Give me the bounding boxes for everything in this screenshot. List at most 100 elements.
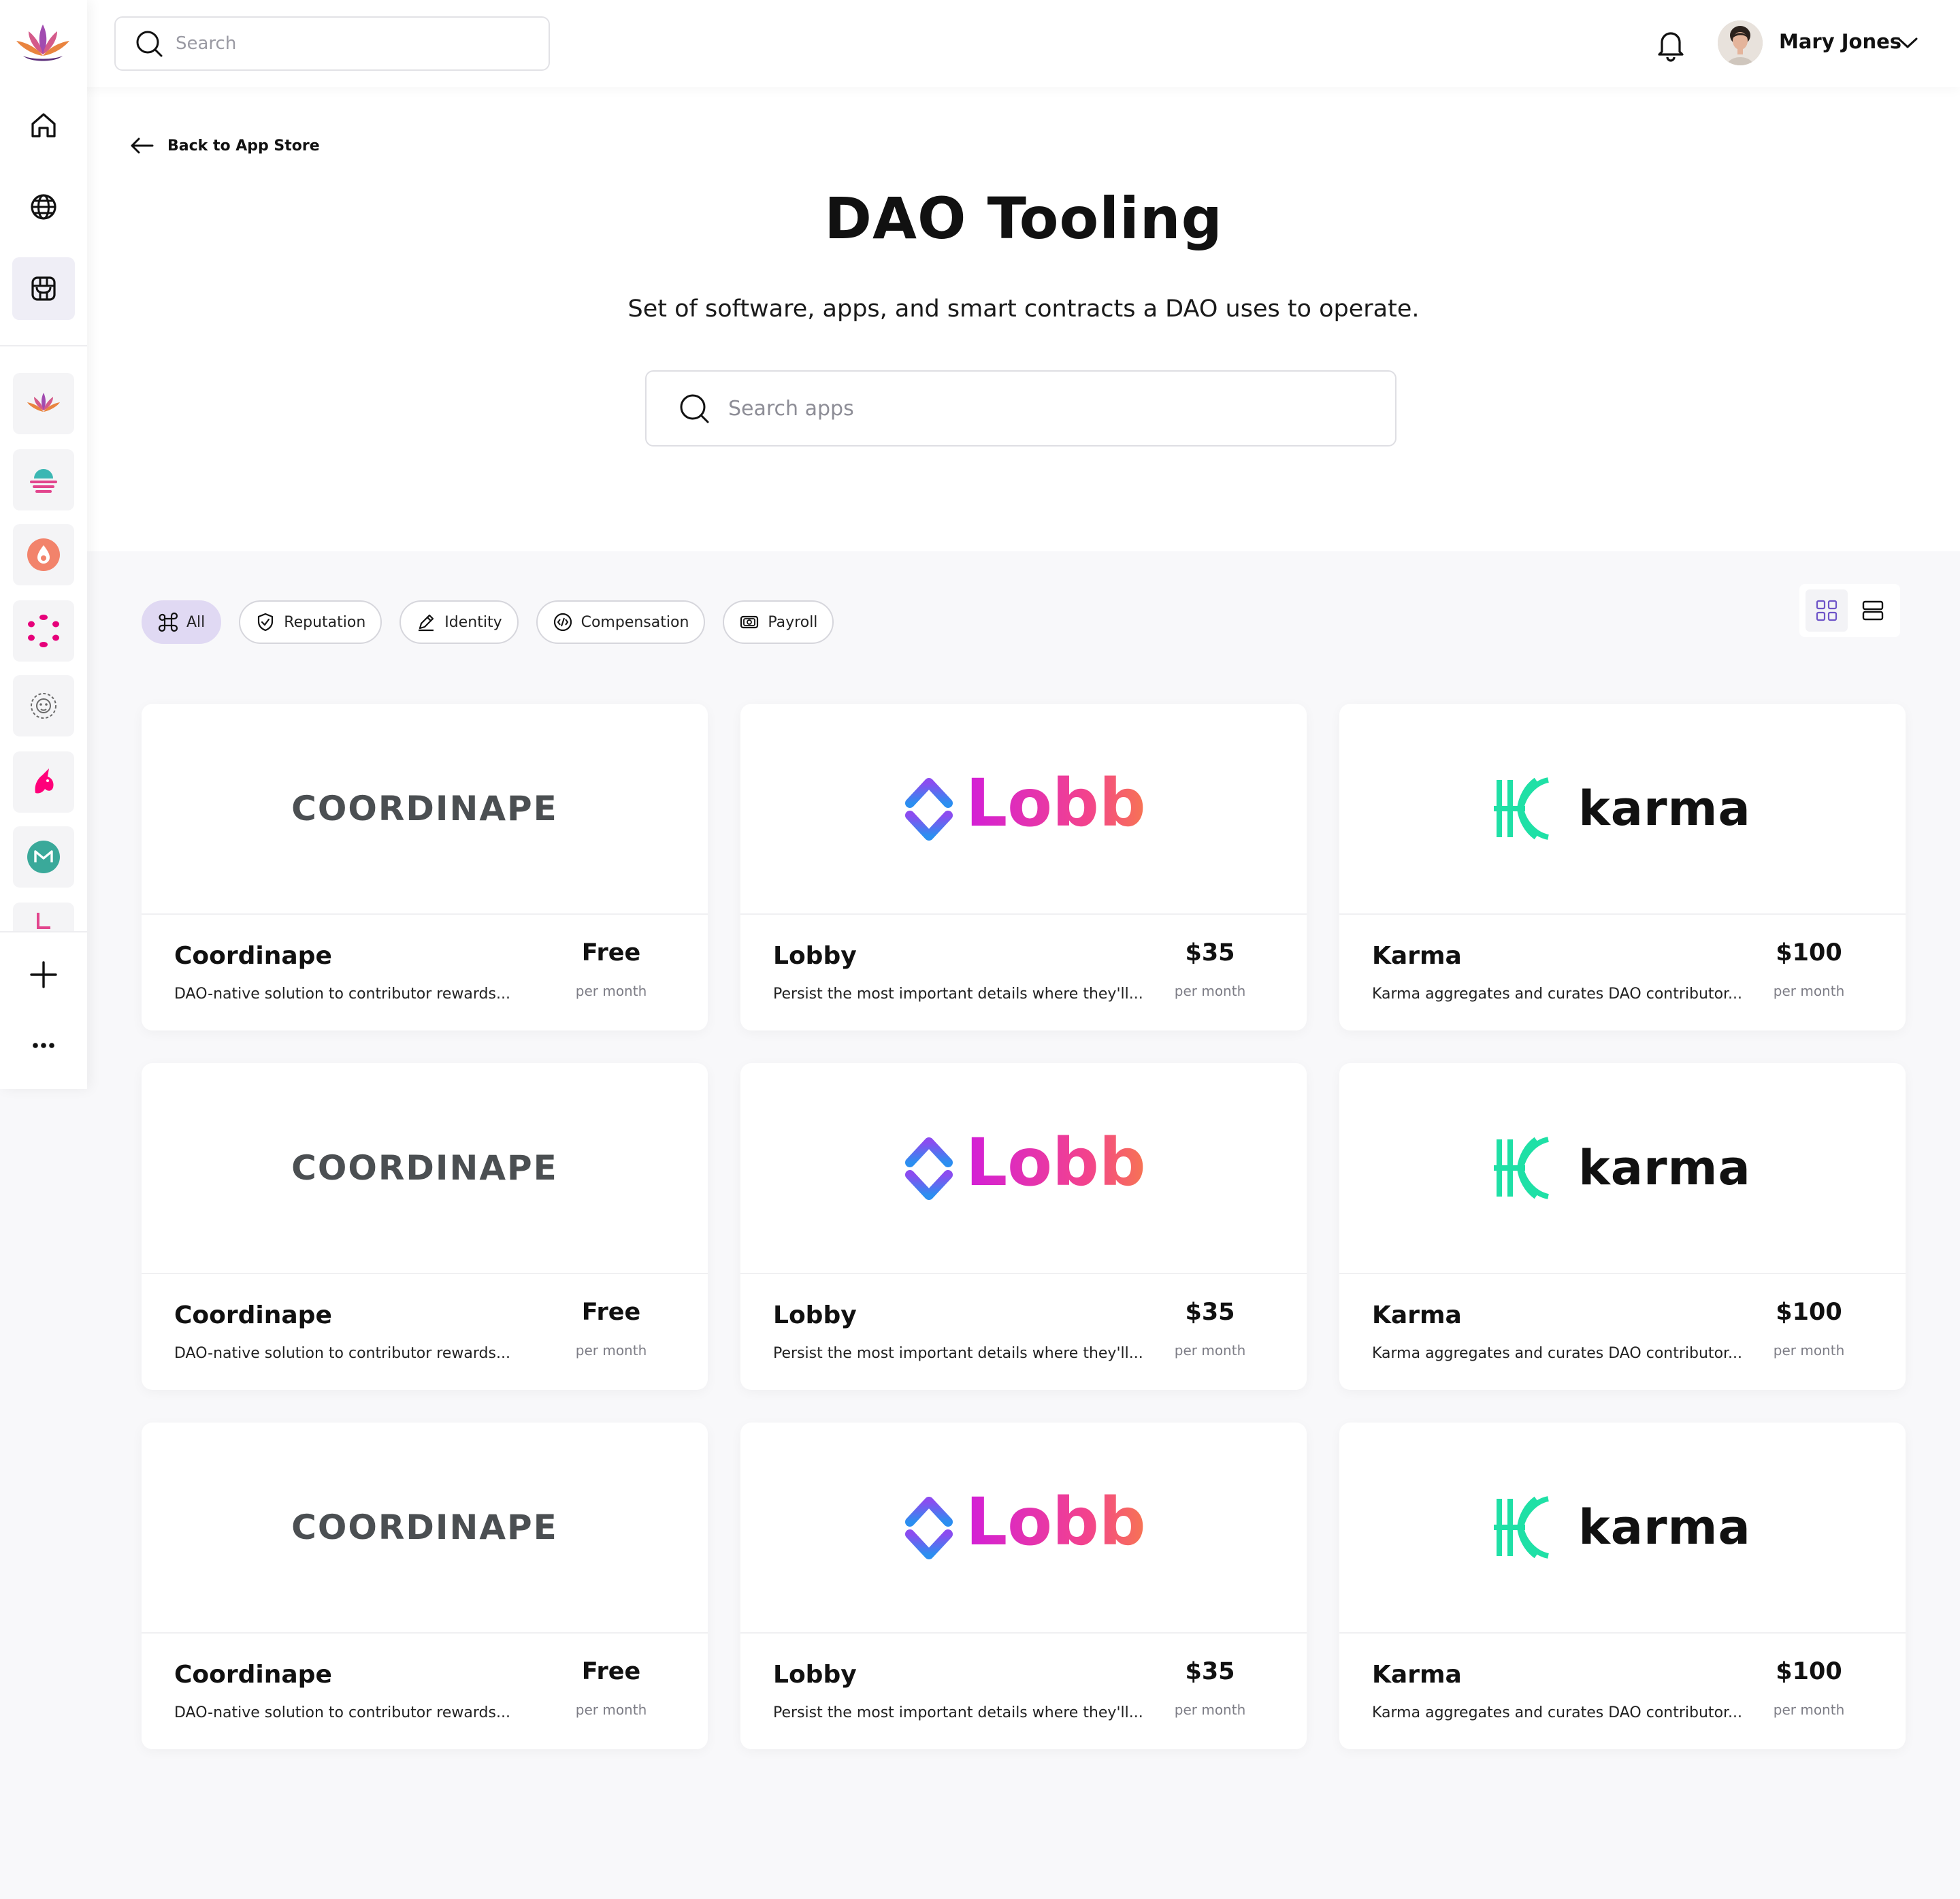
coin-icon bbox=[553, 613, 572, 632]
app-price-period: per month bbox=[1174, 983, 1246, 999]
app-name: Lobby bbox=[773, 942, 857, 970]
grid-icon bbox=[1816, 600, 1838, 621]
app-name: Lobby bbox=[773, 1661, 857, 1689]
list-view-button[interactable] bbox=[1852, 589, 1894, 632]
home-icon bbox=[31, 113, 56, 137]
sidebar-divider bbox=[0, 931, 87, 932]
app-card-karma[interactable]: karma Karma Karma aggregates and curates… bbox=[1339, 704, 1906, 1030]
back-to-app-store-link[interactable]: Back to App Store bbox=[129, 136, 320, 155]
lion-app-icon bbox=[31, 693, 56, 719]
avatar[interactable] bbox=[1718, 20, 1763, 65]
app-name: Karma bbox=[1372, 1301, 1462, 1329]
unicorn-app-icon bbox=[35, 768, 54, 794]
drop-app-icon bbox=[27, 538, 60, 571]
coordinape-wordmark: COORDINAPE bbox=[291, 789, 558, 828]
app-price: $35 bbox=[1185, 939, 1235, 967]
app-search-input[interactable] bbox=[728, 396, 1341, 421]
sidebar-app-unicorn[interactable] bbox=[13, 751, 74, 813]
more-icon bbox=[33, 1043, 54, 1048]
app-card-lobby[interactable]: Lobby Lobby Persist the most important d… bbox=[740, 1063, 1307, 1390]
karma-logo: karma bbox=[1339, 1423, 1906, 1634]
command-icon bbox=[158, 612, 178, 632]
lobby-wordmark: Lobby bbox=[966, 1490, 1144, 1560]
app-description: Karma aggregates and curates DAO contrib… bbox=[1372, 1704, 1743, 1721]
more-button[interactable] bbox=[16, 1018, 71, 1073]
app-description: Persist the most important details where… bbox=[773, 1345, 1143, 1362]
sidebar-app-lion[interactable] bbox=[13, 675, 74, 736]
app-price: Free bbox=[581, 939, 641, 967]
sidebar-app-drop[interactable] bbox=[13, 524, 74, 585]
app-name: Coordinape bbox=[174, 942, 332, 970]
sidebar-app-lotus[interactable] bbox=[13, 373, 74, 434]
global-search[interactable] bbox=[114, 16, 550, 71]
app-name: Lobby bbox=[773, 1301, 857, 1329]
app-card-karma[interactable]: karma Karma Karma aggregates and curates… bbox=[1339, 1423, 1906, 1749]
filter-identity[interactable]: Identity bbox=[399, 600, 519, 644]
app-description: DAO-native solution to contributor rewar… bbox=[174, 1345, 510, 1362]
app-store-nav-button[interactable] bbox=[12, 257, 75, 320]
filter-label: Identity bbox=[444, 613, 502, 631]
app-name: Coordinape bbox=[174, 1301, 332, 1329]
lobby-wordmark-text: Lobby bbox=[966, 1131, 1144, 1201]
karma-logo: karma bbox=[1339, 1063, 1906, 1274]
lobby-wordmark-text: Lobby bbox=[966, 1490, 1144, 1560]
app-price-period: per month bbox=[1773, 983, 1845, 999]
sidebar-app-l[interactable] bbox=[13, 903, 74, 931]
lobby-wordmark-text: Lobby bbox=[966, 771, 1144, 841]
list-icon bbox=[1862, 600, 1884, 621]
sidebar bbox=[0, 0, 87, 1089]
chevron-down-icon[interactable] bbox=[1896, 34, 1919, 52]
sidebar-app-sunset[interactable] bbox=[13, 449, 74, 510]
lobby-logo: Lobby bbox=[740, 1423, 1307, 1634]
app-card-karma[interactable]: karma Karma Karma aggregates and curates… bbox=[1339, 1063, 1906, 1390]
filter-payroll[interactable]: Payroll bbox=[723, 600, 834, 644]
lobby-wordmark: Lobby bbox=[966, 1131, 1144, 1201]
global-search-input[interactable] bbox=[176, 33, 529, 54]
app-search[interactable] bbox=[645, 370, 1396, 447]
lobby-diamond-icon bbox=[905, 1497, 953, 1559]
app-card-coordinape[interactable]: COORDINAPE Coordinape DAO-native solutio… bbox=[142, 1063, 708, 1390]
home-nav-button[interactable] bbox=[12, 94, 75, 157]
search-icon bbox=[680, 394, 709, 423]
app-card-coordinape[interactable]: COORDINAPE Coordinape DAO-native solutio… bbox=[142, 704, 708, 1030]
lotus-logo-icon[interactable] bbox=[14, 20, 72, 68]
app-price: Free bbox=[581, 1658, 641, 1685]
app-price-period: per month bbox=[575, 1342, 647, 1359]
m-app-icon bbox=[27, 841, 60, 873]
filter-compensation[interactable]: Compensation bbox=[536, 600, 706, 644]
coordinape-wordmark: COORDINAPE bbox=[291, 1148, 558, 1188]
app-card-lobby[interactable]: Lobby Lobby Persist the most important d… bbox=[740, 1423, 1307, 1749]
app-description: DAO-native solution to contributor rewar… bbox=[174, 986, 510, 1003]
karma-wordmark: karma bbox=[1578, 1140, 1751, 1196]
app-card-lobby[interactable]: Lobby Lobby Persist the most important d… bbox=[740, 704, 1307, 1030]
lobby-diamond-icon bbox=[905, 778, 953, 841]
app-card-coordinape[interactable]: COORDINAPE Coordinape DAO-native solutio… bbox=[142, 1423, 708, 1749]
search-icon bbox=[136, 31, 163, 57]
sidebar-app-ring[interactable] bbox=[13, 600, 74, 662]
user-name[interactable]: Mary Jones bbox=[1779, 30, 1901, 53]
filter-label: All bbox=[186, 613, 206, 631]
ring-app-icon bbox=[28, 615, 59, 647]
bell-icon[interactable] bbox=[1654, 26, 1688, 63]
lobby-diamond-icon bbox=[905, 1137, 953, 1200]
sunset-app-icon bbox=[30, 469, 57, 493]
arrow-left-icon bbox=[131, 137, 154, 154]
pen-icon bbox=[419, 614, 434, 632]
coordinape-logo: COORDINAPE bbox=[142, 704, 708, 915]
explore-nav-button[interactable] bbox=[12, 176, 75, 238]
grid-view-button[interactable] bbox=[1806, 589, 1848, 632]
filter-all[interactable]: All bbox=[142, 600, 222, 644]
coordinape-wordmark: COORDINAPE bbox=[291, 1508, 558, 1547]
app-name: Karma bbox=[1372, 942, 1462, 970]
app-price: $35 bbox=[1185, 1299, 1235, 1326]
lobby-logo: Lobby bbox=[740, 704, 1307, 915]
add-app-button[interactable] bbox=[16, 947, 71, 1002]
lobby-wordmark: Lobby bbox=[966, 771, 1144, 841]
page-subtitle: Set of software, apps, and smart contrac… bbox=[627, 295, 1420, 323]
back-link-label: Back to App Store bbox=[167, 137, 320, 155]
lobby-logo: Lobby bbox=[740, 1063, 1307, 1274]
karma-wordmark: karma bbox=[1578, 781, 1751, 837]
app-description: Karma aggregates and curates DAO contrib… bbox=[1372, 1345, 1743, 1362]
sidebar-app-m[interactable] bbox=[13, 826, 74, 888]
filter-reputation[interactable]: Reputation bbox=[239, 600, 382, 644]
